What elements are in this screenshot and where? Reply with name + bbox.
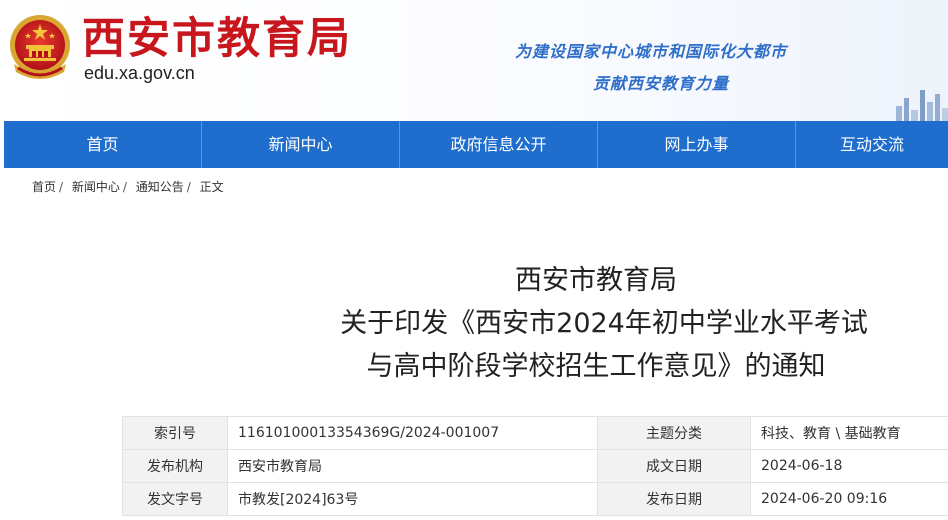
site-domain: edu.xa.gov.cn xyxy=(84,63,195,83)
nav-gov-info[interactable]: 政府信息公开 xyxy=(400,121,598,168)
slogan-line-2: 贡献西安教育力量 xyxy=(593,74,730,93)
site-header: 西安市教育局 edu.xa.gov.cn 为建设国家中心城市和国际化大都市 贡献… xyxy=(0,0,948,121)
breadcrumb-home[interactable]: 首页 xyxy=(32,180,56,194)
label-publish-date: 发布日期 xyxy=(597,482,751,516)
article-title: 西安市教育局 关于印发《西安市2024年初中学业水平考试 与高中阶段学校招生工作… xyxy=(250,259,942,388)
label-written-date: 成文日期 xyxy=(597,449,751,483)
table-row: 索引号 11610100013354369G/2024-001007 主题分类 … xyxy=(122,416,948,450)
breadcrumb-current: 正文 xyxy=(199,180,224,194)
value-issuing-agency: 西安市教育局 xyxy=(227,449,598,483)
slogan-line-1: 为建设国家中心城市和国际化大都市 xyxy=(515,42,788,61)
value-topic-category: 科技、教育 \ 基础教育 xyxy=(750,416,948,450)
article-title-line-1: 西安市教育局 xyxy=(515,265,677,296)
value-publish-date: 2024-06-20 09:16 xyxy=(750,482,948,516)
breadcrumb-separator: / xyxy=(59,180,64,194)
nav-online-services[interactable]: 网上办事 xyxy=(598,121,796,168)
breadcrumb-notices[interactable]: 通知公告 xyxy=(136,180,184,194)
label-document-number: 发文字号 xyxy=(122,482,228,516)
article-title-line-2: 关于印发《西安市2024年初中学业水平考试 xyxy=(340,308,868,339)
article-title-line-3: 与高中阶段学校招生工作意见》的通知 xyxy=(366,351,826,382)
skyline-decoration-icon xyxy=(896,90,948,121)
document-info-table: 索引号 11610100013354369G/2024-001007 主题分类 … xyxy=(122,416,948,516)
breadcrumb-news-center[interactable]: 新闻中心 xyxy=(72,180,120,194)
nav-interaction[interactable]: 互动交流 xyxy=(796,121,948,168)
nav-news-center[interactable]: 新闻中心 xyxy=(202,121,400,168)
value-index-number: 11610100013354369G/2024-001007 xyxy=(227,416,598,450)
breadcrumb-separator: / xyxy=(186,180,191,194)
label-issuing-agency: 发布机构 xyxy=(122,449,228,483)
label-topic-category: 主题分类 xyxy=(597,416,751,450)
breadcrumb: 首页 / 新闻中心 / 通知公告 / 正文 xyxy=(32,178,224,195)
label-index-number: 索引号 xyxy=(122,416,228,450)
value-written-date: 2024-06-18 xyxy=(750,449,948,483)
table-row: 发布机构 西安市教育局 成文日期 2024-06-18 xyxy=(122,449,948,483)
site-name[interactable]: 西安市教育局 xyxy=(82,14,352,64)
breadcrumb-separator: / xyxy=(122,180,127,194)
nav-home[interactable]: 首页 xyxy=(4,121,202,168)
table-row: 发文字号 市教发[2024]63号 发布日期 2024-06-20 09:16 xyxy=(122,482,948,516)
value-document-number: 市教发[2024]63号 xyxy=(227,482,598,516)
national-emblem-icon[interactable] xyxy=(6,12,74,84)
main-nav: 首页 新闻中心 政府信息公开 网上办事 互动交流 xyxy=(4,121,948,168)
